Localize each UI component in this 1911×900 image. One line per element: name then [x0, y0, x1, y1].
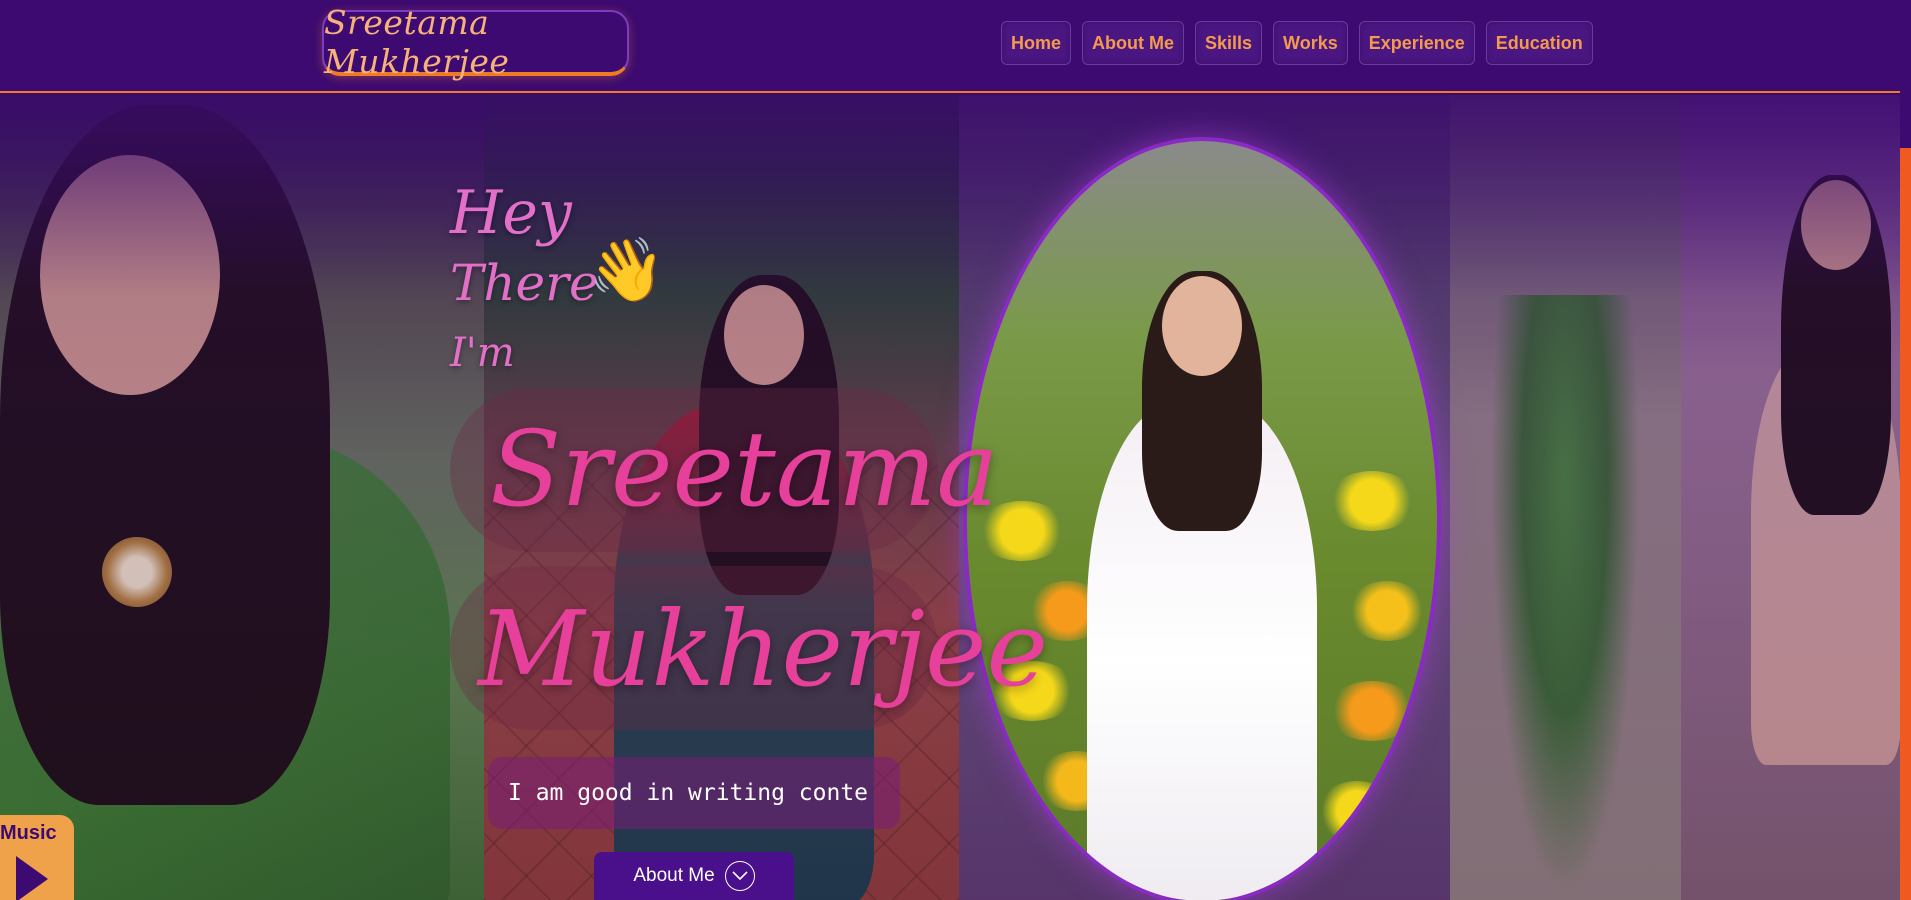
- music-label: Music: [0, 822, 57, 844]
- nav-link-about-me[interactable]: About Me: [1082, 21, 1184, 65]
- photo-panel-crowd: [1681, 95, 1900, 900]
- nav-link-experience[interactable]: Experience: [1358, 21, 1475, 65]
- play-icon[interactable]: [16, 856, 48, 900]
- nav-links: Home About Me Skills Works Experience Ed…: [1001, 21, 1593, 65]
- profile-portrait: [963, 137, 1441, 900]
- nav-link-works[interactable]: Works: [1273, 21, 1348, 65]
- hero-last-name: Mukherjee: [478, 588, 1049, 710]
- photo-panel-green-saree: [0, 95, 484, 900]
- nav-link-education[interactable]: Education: [1485, 21, 1593, 65]
- greeting-there: There: [450, 254, 599, 312]
- nav-link-skills[interactable]: Skills: [1195, 21, 1263, 65]
- about-me-button[interactable]: About Me: [594, 852, 794, 900]
- navbar: Sreetama Mukherjee Home About Me Skills …: [0, 0, 1900, 93]
- waving-hand-icon: 👋: [588, 236, 666, 305]
- typing-tagline: I am good in writing conte: [488, 757, 900, 829]
- photo-panel-plant: [1450, 95, 1681, 900]
- scrollbar-thumb[interactable]: [1900, 148, 1911, 900]
- site-logo[interactable]: Sreetama Mukherjee: [322, 3, 629, 81]
- nav-link-home[interactable]: Home: [1001, 21, 1072, 65]
- about-me-button-label: About Me: [633, 865, 715, 886]
- typing-text: I am good in writing conte: [508, 780, 869, 806]
- music-toggle[interactable]: Music: [0, 815, 74, 900]
- hero-first-name: Sreetama: [490, 408, 999, 530]
- scrollbar[interactable]: [1900, 0, 1911, 900]
- chevron-down-icon: [724, 861, 755, 891]
- greeting-im: I'm: [450, 330, 515, 376]
- greeting-hey: Hey: [450, 178, 572, 248]
